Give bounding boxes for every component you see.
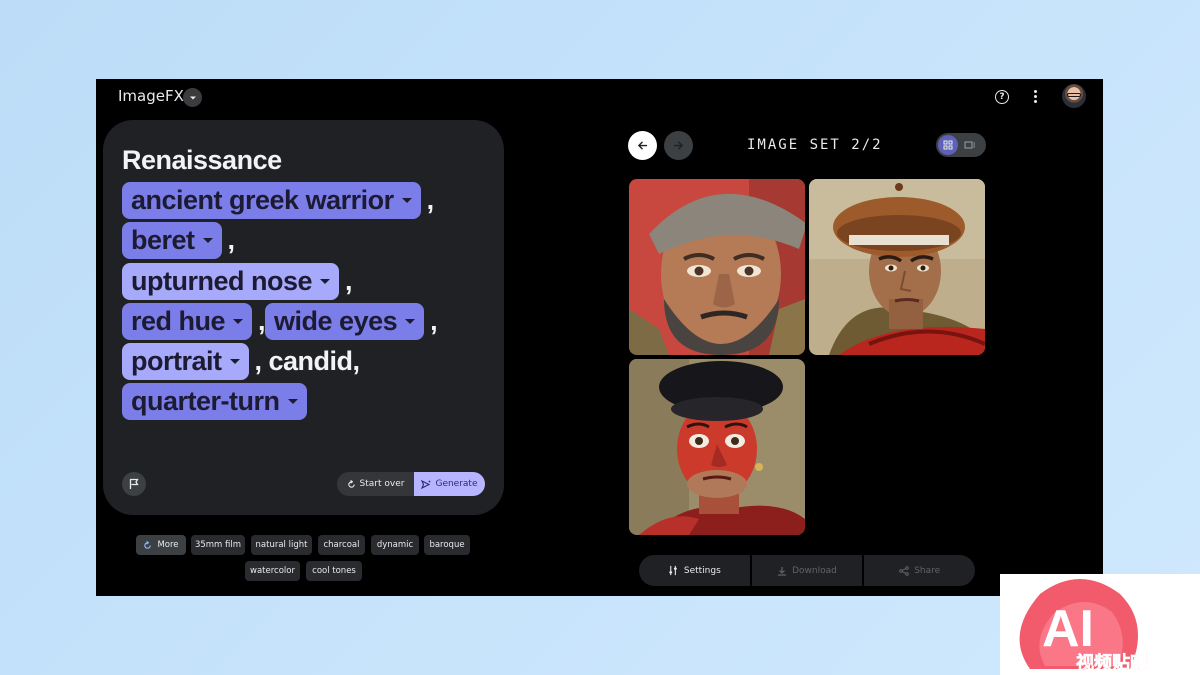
prompt-text: Renaissance — [122, 144, 282, 175]
refresh-icon — [144, 540, 152, 549]
top-bar: ImageFX ? — [96, 79, 1103, 115]
view-toggle — [936, 133, 986, 157]
prompt-chip[interactable]: wide eyes — [265, 302, 425, 340]
prompt-chip-label: upturned nose — [131, 265, 313, 296]
suggestion-chip[interactable]: charcoal — [318, 535, 365, 555]
download-label: Download — [792, 565, 837, 576]
prompt-separator: , — [345, 265, 353, 296]
prompt-chip-label: quarter-turn — [131, 386, 280, 417]
prompt-chip[interactable]: beret — [122, 222, 222, 260]
suggestion-chip[interactable]: watercolor — [245, 561, 300, 581]
suggestion-chip[interactable]: cool tones — [306, 561, 362, 581]
portrait-image — [629, 179, 805, 355]
prompt-chip-label: portrait — [131, 346, 222, 377]
carousel-icon — [964, 141, 975, 149]
caret-down-icon — [287, 399, 298, 405]
prompt-chip-label: beret — [131, 225, 195, 256]
caret-down-icon — [405, 318, 416, 324]
generated-image-2[interactable] — [809, 179, 985, 355]
share-button[interactable]: Share — [864, 555, 975, 586]
suggestion-chip[interactable]: baroque — [424, 535, 470, 555]
more-vert-icon[interactable] — [1028, 88, 1042, 106]
download-button[interactable]: Download — [751, 555, 863, 586]
settings-label: Settings — [683, 565, 721, 576]
prompt-line: ancient greek warrior, — [122, 180, 492, 220]
suggestion-chip[interactable]: 35mm film — [191, 535, 245, 555]
generate-button[interactable]: Generate — [414, 472, 485, 496]
portrait-image — [809, 179, 985, 355]
prompt-line: quarter-turn — [122, 382, 492, 422]
prompt-actions: Start over Generate — [337, 472, 485, 496]
chevron-down-icon — [189, 96, 196, 99]
grid-icon — [943, 140, 953, 150]
help-icon[interactable]: ? — [995, 90, 1009, 104]
prompt-chip[interactable]: ancient greek warrior — [122, 181, 421, 219]
prompt-editor[interactable]: Renaissance ancient greek warrior, beret, u… — [122, 140, 492, 422]
download-icon — [778, 566, 787, 576]
portrait-image — [629, 359, 805, 535]
flag-icon — [129, 478, 139, 489]
imagefx-window: ImageFX ? Renaissance ancient greek warri… — [96, 79, 1103, 596]
prompt-card: Renaissance ancient greek warrior, beret, u… — [103, 120, 504, 515]
generate-label: Generate — [435, 479, 478, 489]
prompt-chip[interactable]: upturned nose — [122, 262, 339, 300]
report-button[interactable] — [122, 472, 146, 496]
app-switcher-dropdown[interactable] — [183, 88, 202, 107]
prompt-chip-label: wide eyes — [274, 305, 398, 336]
previous-set-button[interactable] — [628, 131, 657, 160]
prompt-chip[interactable]: quarter-turn — [122, 383, 307, 421]
prompt-line: beret, — [122, 221, 492, 261]
caret-down-icon — [229, 359, 240, 365]
prompt-separator: , — [227, 225, 236, 256]
caret-down-icon — [320, 278, 330, 284]
avatar[interactable] — [1062, 84, 1086, 108]
prompt-separator: , — [258, 305, 266, 336]
prompt-line: portrait , candid, — [122, 341, 492, 381]
prompt-line: upturned nose, — [122, 261, 492, 301]
prompt-chip[interactable]: red hue — [122, 302, 253, 340]
generated-image-3[interactable] — [629, 359, 805, 535]
tune-icon — [669, 565, 677, 576]
image-set-label: IMAGE SET 2/2 — [747, 137, 883, 153]
generated-image-1[interactable] — [629, 179, 805, 355]
prompt-chip[interactable]: portrait — [122, 343, 249, 381]
arrow-right-icon — [673, 141, 684, 150]
prompt-chip-label: red hue — [131, 305, 226, 336]
watermark-logo-text: AI — [1042, 600, 1094, 658]
caret-down-icon — [202, 238, 213, 244]
share-label: Share — [914, 565, 941, 576]
suggestion-chip[interactable]: natural light — [251, 535, 312, 555]
share-icon — [899, 565, 909, 576]
watermark-caption: 视频贴吧 — [1076, 652, 1148, 674]
caret-down-icon — [233, 318, 244, 324]
image-actions-bar: Settings Download Share — [639, 555, 975, 586]
refresh-icon — [347, 479, 355, 488]
watermark-logo: AI 视频贴吧 — [1019, 579, 1148, 674]
prompt-text: , candid, — [254, 346, 361, 377]
start-over-button[interactable]: Start over — [337, 472, 414, 496]
app-title: ImageFX — [118, 87, 184, 105]
settings-button[interactable]: Settings — [639, 555, 750, 586]
suggestion-chip[interactable]: dynamic — [371, 535, 419, 555]
sparkle-send-icon — [421, 479, 431, 489]
next-set-button[interactable] — [664, 131, 693, 160]
prompt-separator: , — [426, 184, 435, 215]
prompt-separator: , — [430, 305, 438, 336]
more-suggestions-button[interactable]: More — [136, 535, 186, 555]
watermark: AI 视频贴吧 — [1000, 574, 1200, 675]
start-over-label: Start over — [359, 479, 405, 489]
more-label: More — [157, 540, 179, 550]
prompt-chip-label: ancient greek warrior — [131, 184, 394, 215]
arrow-left-icon — [637, 141, 648, 150]
single-view-button[interactable] — [958, 135, 982, 155]
caret-down-icon — [401, 197, 412, 203]
prompt-line: Renaissance — [122, 140, 492, 180]
grid-view-button[interactable] — [938, 135, 958, 155]
prompt-line: red hue, wide eyes, — [122, 301, 492, 341]
